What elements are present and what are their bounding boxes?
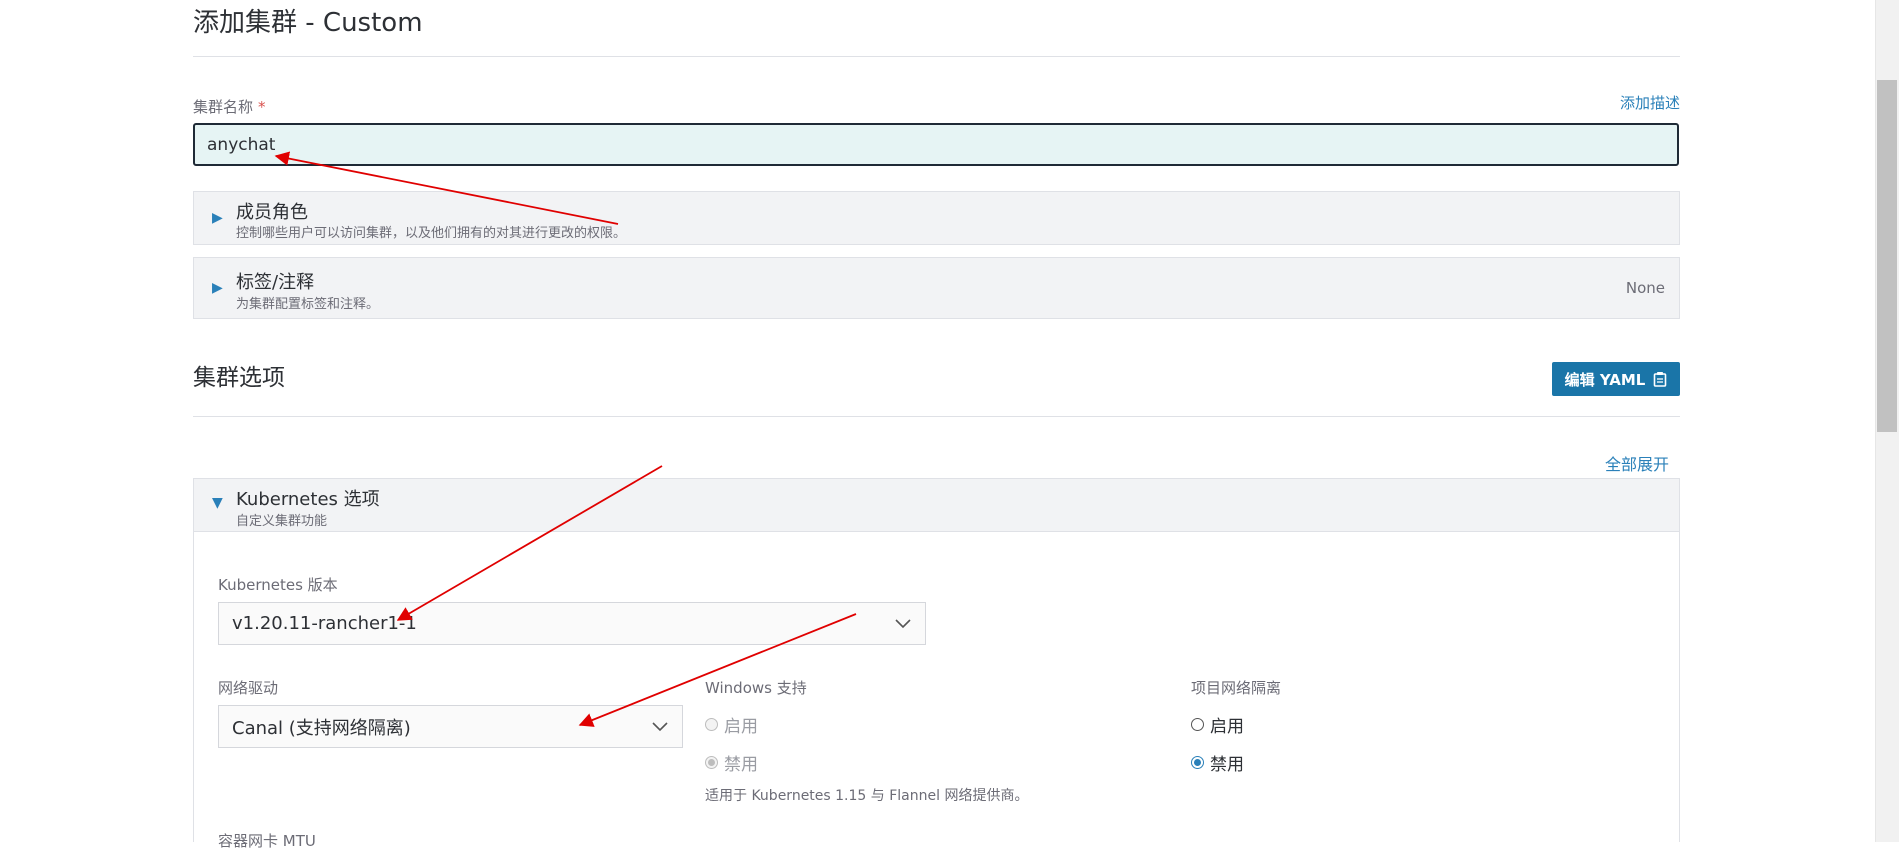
member-roles-accordion[interactable]: ▶ 成员角色 控制哪些用户可以访问集群，以及他们拥有的对其进行更改的权限。: [193, 191, 1680, 245]
radio-indicator: [1191, 756, 1204, 769]
expand-all-link[interactable]: 全部展开: [1605, 451, 1669, 475]
mtu-label: 容器网卡 MTU: [218, 832, 316, 850]
radio-indicator: [705, 756, 718, 769]
labels-annotations-value: None: [1625, 279, 1665, 297]
project-isolation-disable-label: 禁用: [1210, 755, 1244, 775]
labels-annotations-accordion[interactable]: ▶ 标签/注释 为集群配置标签和注释。 None: [193, 257, 1680, 319]
windows-support-label: Windows 支持: [705, 679, 807, 697]
chevron-down-icon: [652, 721, 668, 731]
windows-disable-radio[interactable]: 禁用: [705, 750, 758, 775]
clipboard-icon: [1654, 372, 1667, 387]
windows-enable-radio[interactable]: 启用: [705, 712, 758, 737]
page-title: 添加集群 - Custom: [193, 8, 423, 38]
k8s-version-label: Kubernetes 版本: [218, 576, 338, 594]
expand-triangle-icon: ▶: [212, 210, 223, 226]
member-roles-subtitle: 控制哪些用户可以访问集群，以及他们拥有的对其进行更改的权限。: [236, 226, 627, 241]
k8s-version-value: v1.20.11-rancher1-1: [232, 613, 417, 634]
labels-annotations-subtitle: 为集群配置标签和注释。: [236, 297, 380, 312]
project-isolation-enable-label: 启用: [1210, 717, 1244, 737]
project-isolation-disable-radio[interactable]: 禁用: [1191, 750, 1244, 775]
edit-yaml-button[interactable]: 编辑 YAML: [1552, 362, 1680, 396]
network-driver-value: Canal (支持网络隔离): [232, 717, 411, 739]
chevron-down-icon: [895, 618, 911, 628]
windows-disable-label: 禁用: [724, 755, 758, 775]
network-driver-label: 网络驱动: [218, 679, 279, 697]
cluster-name-input[interactable]: [193, 123, 1679, 166]
member-roles-title: 成员角色: [236, 202, 308, 223]
expand-triangle-icon: ▶: [212, 280, 223, 296]
k8s-version-select[interactable]: v1.20.11-rancher1-1: [218, 602, 926, 645]
edit-yaml-label: 编辑 YAML: [1564, 370, 1646, 389]
required-mark: *: [258, 98, 266, 116]
network-driver-select[interactable]: Canal (支持网络隔离): [218, 705, 683, 748]
project-isolation-label: 项目网络隔离: [1191, 679, 1282, 697]
add-description-link[interactable]: 添加描述: [1620, 92, 1680, 113]
radio-indicator: [705, 718, 718, 731]
scrollbar-thumb[interactable]: [1877, 80, 1897, 432]
radio-indicator: [1191, 718, 1204, 731]
project-isolation-enable-radio[interactable]: 启用: [1191, 712, 1244, 737]
cluster-name-label: 集群名称 *: [193, 96, 266, 117]
windows-enable-label: 启用: [724, 717, 758, 737]
cluster-name-label-text: 集群名称: [193, 98, 254, 116]
options-divider: [193, 416, 1680, 417]
labels-annotations-title: 标签/注释: [236, 272, 315, 293]
windows-support-note: 适用于 Kubernetes 1.15 与 Flannel 网络提供商。: [705, 788, 1029, 804]
header-divider: [193, 56, 1680, 57]
cluster-options-heading: 集群选项: [193, 365, 285, 391]
